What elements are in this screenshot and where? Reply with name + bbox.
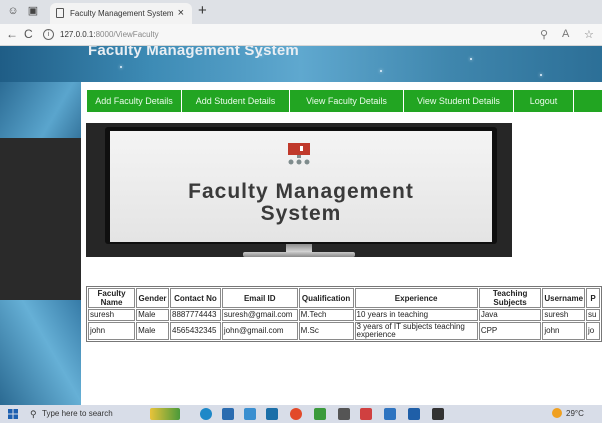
back-button[interactable]: ← (6, 27, 18, 41)
cell-experience: 10 years in teaching (354, 309, 478, 321)
url-field[interactable]: 127.0.0.1:8000/ViewFaculty (60, 30, 159, 39)
header-banner: Faculty Management System (0, 46, 602, 82)
hero-title-line2: System (260, 202, 342, 225)
new-tab-button[interactable]: + (198, 2, 207, 19)
table-header-row: Faculty Name Gender Contact No Email ID … (88, 288, 600, 308)
monitor-stand-base (243, 252, 355, 257)
tab-close-button[interactable]: × (178, 7, 184, 19)
app-icon-6[interactable] (314, 408, 326, 420)
store-icon[interactable] (222, 408, 234, 420)
decorative-band-bottom (0, 300, 90, 405)
nav-add-faculty[interactable]: Add Faculty Details (87, 90, 182, 112)
cell-email-id: john@gmail.com (221, 322, 298, 340)
col-username: Username (542, 288, 586, 308)
tab-title: Faculty Management System (70, 9, 174, 18)
col-contact-no: Contact No (170, 288, 221, 308)
weather-icon[interactable] (552, 408, 562, 418)
web-page: Faculty Management System Add Faculty De… (0, 46, 602, 405)
app-icon-7[interactable] (338, 408, 350, 420)
cell-gender: Male (136, 309, 170, 321)
taskbar: ⚲ Type here to search 29°C (0, 405, 602, 423)
edge-icon[interactable] (200, 408, 212, 420)
chrome-icon[interactable] (290, 408, 302, 420)
cell-email-id: suresh@gmail.com (221, 309, 298, 321)
browser-tab[interactable]: Faculty Management System × (50, 3, 192, 24)
profile-icon[interactable]: ☺ (6, 4, 20, 18)
info-icon[interactable]: i (43, 29, 54, 40)
taskbar-search[interactable]: ⚲ Type here to search (28, 407, 140, 421)
cell-faculty-name: suresh (88, 309, 136, 321)
read-aloud-icon[interactable]: A (562, 28, 569, 40)
hero-image: Faculty Management System (86, 123, 512, 257)
col-experience: Experience (354, 288, 478, 308)
tab-actions-icon[interactable]: ▣ (26, 4, 40, 18)
mail-icon[interactable] (266, 408, 278, 420)
cell-contact-no: 8887774443 (170, 309, 221, 321)
search-icon: ⚲ (30, 409, 37, 419)
address-bar: ← C i 127.0.0.1:8000/ViewFaculty ⚲ A ☆ (0, 24, 602, 46)
col-qualification: Qualification (298, 288, 354, 308)
monitor-icon (288, 143, 310, 165)
monitor-frame: Faculty Management System (105, 127, 497, 244)
app-icon-9[interactable] (384, 408, 396, 420)
cell-faculty-name: john (88, 322, 136, 340)
favorite-star-icon[interactable]: ☆ (584, 28, 594, 41)
temperature: 29°C (566, 409, 584, 418)
table-row: suresh Male 8887774443 suresh@gmail.com … (88, 309, 600, 321)
cell-username: suresh (542, 309, 586, 321)
col-gender: Gender (136, 288, 170, 308)
nav-add-student[interactable]: Add Student Details (182, 90, 290, 112)
windows-icon[interactable] (8, 409, 18, 419)
nav-menu: Add Faculty Details Add Student Details … (87, 90, 602, 112)
nav-logout[interactable]: Logout (514, 90, 574, 112)
col-teaching-subjects: Teaching Subjects (478, 288, 542, 308)
cell-qualification: M.Tech (298, 309, 354, 321)
browser-tab-bar: ☺ ▣ Faculty Management System × + (0, 0, 602, 24)
faculty-table-wrapper: Faculty Name Gender Contact No Email ID … (86, 286, 602, 345)
decorative-band (0, 82, 90, 138)
reload-button[interactable]: C (24, 27, 33, 41)
monitor-stand-neck (286, 244, 312, 252)
app-icon-11[interactable] (432, 408, 444, 420)
cell-qualification: M.Sc (298, 322, 354, 340)
monitor-screen: Faculty Management System (110, 131, 492, 242)
col-email-id: Email ID (221, 288, 298, 308)
page-icon (56, 8, 64, 18)
search-page-icon[interactable]: ⚲ (540, 28, 548, 41)
table-row: john Male 4565432345 john@gmail.com M.Sc… (88, 322, 600, 340)
url-host: 127.0.0.1: (60, 30, 96, 39)
app-icon-8[interactable] (360, 408, 372, 420)
main-content: Add Faculty Details Add Student Details … (81, 82, 602, 405)
cell-gender: Male (136, 322, 170, 340)
cell-password: jo (586, 322, 600, 340)
url-path: 8000/ViewFaculty (95, 30, 159, 39)
taskbar-search-placeholder: Type here to search (42, 409, 113, 418)
cell-password: su (586, 309, 600, 321)
hero-title-line1: Faculty Management (188, 180, 414, 203)
faculty-table: Faculty Name Gender Contact No Email ID … (86, 286, 602, 342)
word-icon[interactable] (408, 408, 420, 420)
news-widget-icon[interactable] (150, 408, 180, 420)
cell-experience: 3 years of IT subjects teaching experien… (354, 322, 478, 340)
cell-username: john (542, 322, 586, 340)
nav-view-student[interactable]: View Student Details (404, 90, 514, 112)
col-password: P (586, 288, 600, 308)
cell-teaching-subjects: CPP (478, 322, 542, 340)
site-title: Faculty Management System (88, 46, 299, 59)
cell-teaching-subjects: Java (478, 309, 542, 321)
col-faculty-name: Faculty Name (88, 288, 136, 308)
cell-contact-no: 4565432345 (170, 322, 221, 340)
calendar-icon[interactable] (244, 408, 256, 420)
nav-view-faculty[interactable]: View Faculty Details (290, 90, 404, 112)
